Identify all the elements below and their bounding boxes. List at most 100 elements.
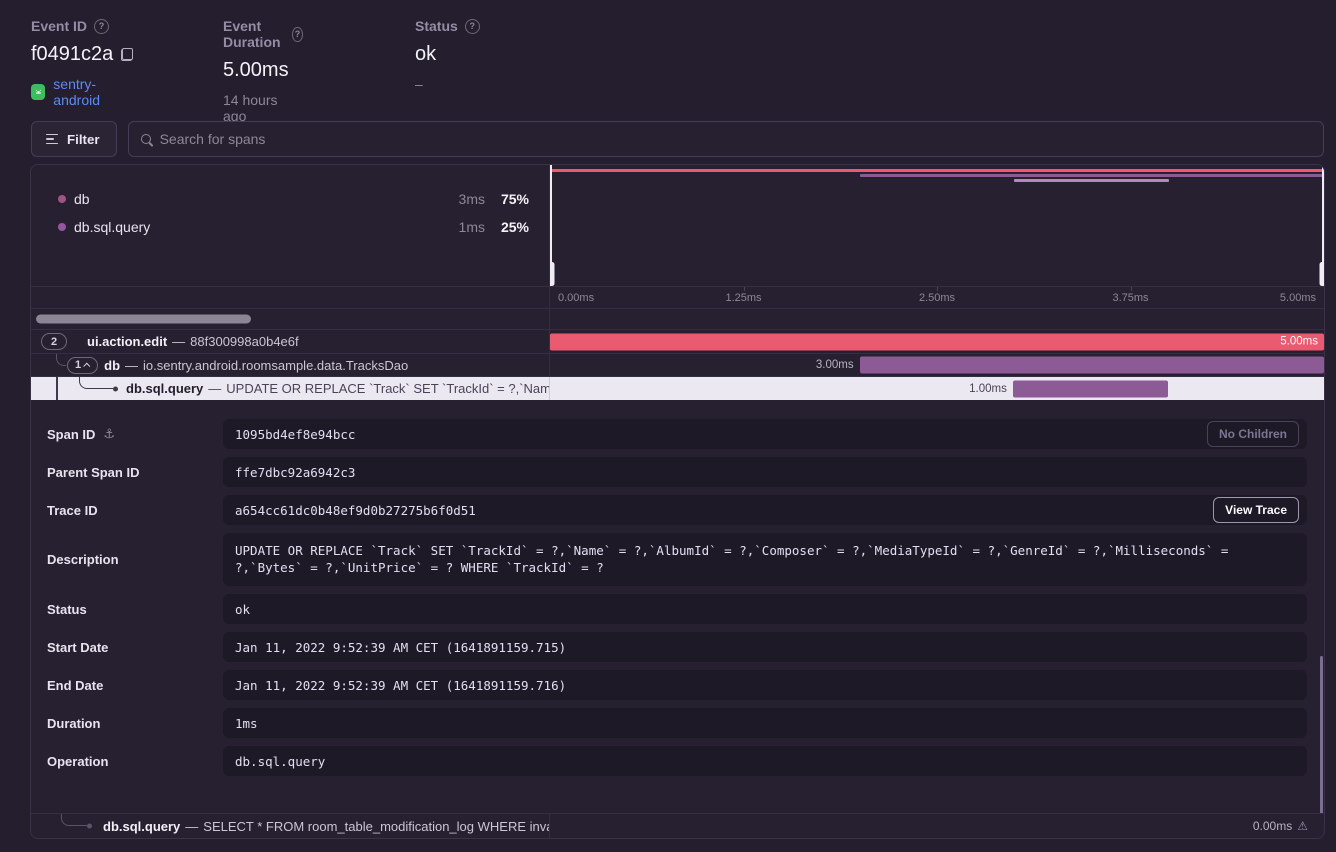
children-count-badge[interactable]: 1 xyxy=(67,357,98,374)
copy-icon[interactable] xyxy=(121,48,133,61)
search-input[interactable] xyxy=(160,131,1311,147)
tree-connector xyxy=(61,814,87,826)
event-duration-value: 5.00ms xyxy=(223,59,289,82)
span-desc: SELECT * FROM room_table_modification_lo… xyxy=(203,819,550,834)
help-icon[interactable]: ? xyxy=(465,19,480,34)
search-icon xyxy=(141,134,151,144)
tree-connector xyxy=(79,377,113,389)
span-op: db.sql.query xyxy=(103,819,180,834)
status-placeholder: – xyxy=(415,76,423,92)
horizontal-scrollbar[interactable] xyxy=(36,315,251,324)
span-duration-value: 1ms xyxy=(223,708,1307,738)
span-desc: 88f300998a0b4e6f xyxy=(190,334,298,349)
parent-span-id-label: Parent Span ID xyxy=(47,465,139,480)
filter-icon xyxy=(46,134,58,145)
description-value: UPDATE OR REPLACE `Track` SET `TrackId` … xyxy=(223,533,1307,586)
chevron-up-icon xyxy=(83,362,90,369)
span-op: db xyxy=(104,358,120,373)
op-color-dot xyxy=(58,223,66,231)
no-children-button[interactable]: No Children xyxy=(1207,421,1299,447)
view-trace-button[interactable]: View Trace xyxy=(1213,497,1299,523)
separator: — xyxy=(208,381,221,396)
event-id-value: f0491c2a xyxy=(31,43,113,66)
op-percent: 75% xyxy=(485,191,529,207)
android-icon xyxy=(31,84,45,100)
tick-5ms: 5.00ms xyxy=(1280,292,1316,304)
event-duration-label: Event Duration xyxy=(223,18,285,50)
minimap-span-red xyxy=(550,169,1324,172)
tick-1-25ms: 1.25ms xyxy=(725,292,761,304)
legend-row-db[interactable]: db 3ms 75% xyxy=(31,185,549,213)
status-value: ok xyxy=(415,43,436,66)
warning-icon: ⚠ xyxy=(1297,819,1308,833)
help-icon[interactable]: ? xyxy=(292,27,302,42)
project-link[interactable]: sentry-android xyxy=(53,76,133,108)
op-time: 3ms xyxy=(439,191,485,207)
tree-connector xyxy=(56,377,58,400)
filter-button-label: Filter xyxy=(67,132,100,147)
operation-value: db.sql.query xyxy=(223,746,1307,776)
end-date-label: End Date xyxy=(47,678,103,693)
trace-id-label: Trace ID xyxy=(47,503,98,518)
minimap-span-light-purple xyxy=(1014,179,1169,182)
span-op: db.sql.query xyxy=(126,381,203,396)
trace-id-value: a654cc61dc0b48ef9d0b27275b6f0d51 View Tr… xyxy=(223,495,1307,525)
start-date-label: Start Date xyxy=(47,640,108,655)
status-label: Status xyxy=(415,18,458,34)
minimap-left-handle[interactable] xyxy=(550,165,552,286)
span-row-ui-action-edit[interactable]: 2 ui.action.edit — 88f300998a0b4e6f 5.00… xyxy=(31,329,1324,353)
tree-node-dot xyxy=(113,386,118,391)
end-date-value: Jan 11, 2022 9:52:39 AM CET (1641891159.… xyxy=(223,670,1307,700)
op-percent: 25% xyxy=(485,219,529,235)
span-details: Span ID ⚓ 1095bd4ef8e94bcc No Children P… xyxy=(31,400,1324,813)
op-name: db.sql.query xyxy=(74,219,439,235)
span-row-select-query[interactable]: db.sql.query — SELECT * FROM room_table_… xyxy=(31,813,1324,838)
operation-label: Operation xyxy=(47,754,108,769)
trace-minimap[interactable] xyxy=(550,165,1324,286)
span-row-db-sql-query-selected[interactable]: db.sql.query — UPDATE OR REPLACE `Track`… xyxy=(31,376,1324,400)
tick-0ms: 0.00ms xyxy=(558,292,594,304)
event-time-ago: 14 hours ago xyxy=(223,92,303,124)
duration-bar[interactable]: 5.00ms xyxy=(550,333,1324,350)
vertical-scrollbar[interactable] xyxy=(1320,656,1323,813)
tick-3-75ms: 3.75ms xyxy=(1112,292,1148,304)
duration-label: 3.00ms xyxy=(816,359,854,371)
duration-bar[interactable] xyxy=(860,357,1324,374)
minimap-span-purple xyxy=(860,174,1324,177)
tree-node-dot xyxy=(87,824,92,829)
minimap-right-handle[interactable] xyxy=(1322,165,1324,286)
span-row-db[interactable]: 1 db — io.sentry.android.roomsample.data… xyxy=(31,353,1324,376)
children-count-badge[interactable]: 2 xyxy=(41,333,67,350)
tick-2-50ms: 2.50ms xyxy=(919,292,955,304)
op-color-dot xyxy=(58,195,66,203)
duration-label: 0.00ms xyxy=(1253,819,1292,833)
span-desc: io.sentry.android.roomsample.data.Tracks… xyxy=(143,358,408,373)
event-id-label: Event ID xyxy=(31,18,87,34)
span-id-label: Span ID xyxy=(47,427,95,442)
duration-label: 1.00ms xyxy=(969,383,1007,395)
duration-label: 5.00ms xyxy=(1280,336,1324,348)
duration-bar[interactable] xyxy=(1013,380,1168,397)
parent-span-id-value: ffe7dbc92a6942c3 xyxy=(223,457,1307,487)
span-duration-label: Duration xyxy=(47,716,100,731)
separator: — xyxy=(125,358,138,373)
op-time: 1ms xyxy=(439,219,485,235)
tree-connector xyxy=(56,354,66,366)
op-name: db xyxy=(74,191,439,207)
start-date-value: Jan 11, 2022 9:52:39 AM CET (1641891159.… xyxy=(223,632,1307,662)
legend-row-db-sql-query[interactable]: db.sql.query 1ms 25% xyxy=(31,213,549,241)
anchor-icon[interactable]: ⚓ xyxy=(103,427,115,442)
span-op: ui.action.edit xyxy=(87,334,167,349)
ops-breakdown: db 3ms 75% db.sql.query 1ms 25% xyxy=(31,165,550,286)
description-label: Description xyxy=(47,552,119,567)
span-search xyxy=(128,121,1324,157)
trace-waterfall-panel: db 3ms 75% db.sql.query 1ms 25% xyxy=(30,164,1325,839)
separator: — xyxy=(185,819,198,834)
span-desc: UPDATE OR REPLACE `Track` SET `TrackId` … xyxy=(226,381,550,396)
separator: — xyxy=(172,334,185,349)
span-status-value: ok xyxy=(223,594,1307,624)
span-id-value: 1095bd4ef8e94bcc No Children xyxy=(223,419,1307,449)
filter-button[interactable]: Filter xyxy=(31,121,117,157)
spans-toolbar: Filter xyxy=(31,121,1324,157)
help-icon[interactable]: ? xyxy=(94,19,109,34)
